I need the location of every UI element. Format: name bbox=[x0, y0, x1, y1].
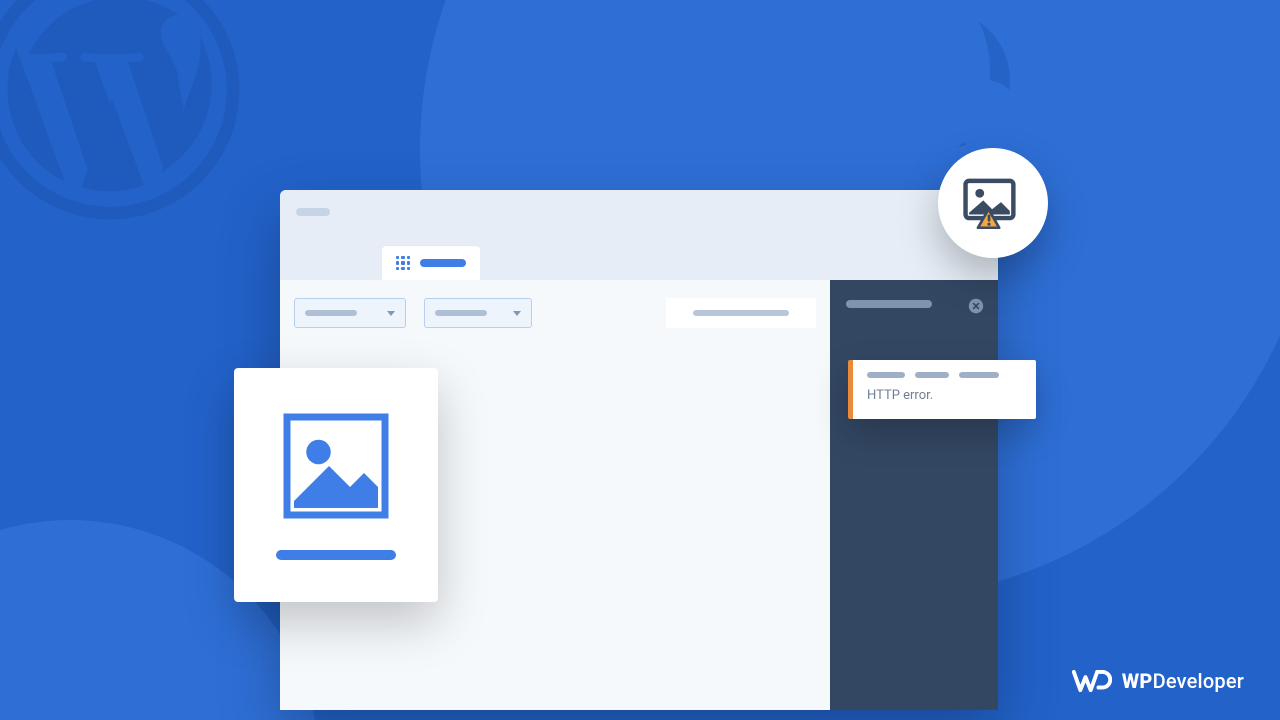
filter-toolbar bbox=[280, 280, 830, 328]
grid-icon bbox=[396, 256, 410, 270]
search-placeholder bbox=[693, 310, 789, 316]
tab-label bbox=[420, 259, 466, 267]
close-button[interactable] bbox=[968, 298, 984, 314]
image-placeholder-icon bbox=[280, 410, 392, 522]
select-label bbox=[435, 310, 487, 316]
filter-date-select[interactable] bbox=[424, 298, 532, 328]
chevron-down-icon bbox=[387, 311, 395, 316]
select-label bbox=[305, 310, 357, 316]
image-card-caption bbox=[276, 550, 396, 560]
notice-message: HTTP error. bbox=[867, 388, 1022, 403]
notice-filename bbox=[867, 372, 1022, 378]
sidebar-title bbox=[846, 300, 932, 308]
close-circle-icon bbox=[968, 298, 984, 314]
wpdeveloper-logo-icon bbox=[1072, 668, 1112, 694]
attachment-details-sidebar bbox=[830, 280, 998, 710]
search-input[interactable] bbox=[666, 298, 816, 328]
tabstrip bbox=[280, 234, 998, 280]
title-placeholder bbox=[296, 208, 330, 216]
wordpress-logo-icon bbox=[0, 0, 240, 220]
image-error-badge bbox=[938, 148, 1048, 258]
upload-error-notice: HTTP error. bbox=[848, 360, 1036, 419]
tab-media-library[interactable] bbox=[382, 246, 480, 280]
illustration-canvas: HTTP error. WPDe bbox=[0, 0, 1280, 720]
image-upload-card[interactable] bbox=[234, 368, 438, 602]
chevron-down-icon bbox=[513, 311, 521, 316]
image-warning-icon bbox=[962, 177, 1024, 229]
window-titlebar bbox=[280, 190, 998, 234]
brand-text: WPDeveloper bbox=[1122, 669, 1244, 693]
filter-type-select[interactable] bbox=[294, 298, 406, 328]
wpdeveloper-brand: WPDeveloper bbox=[1072, 668, 1244, 694]
bg-blob bbox=[950, 80, 1020, 150]
